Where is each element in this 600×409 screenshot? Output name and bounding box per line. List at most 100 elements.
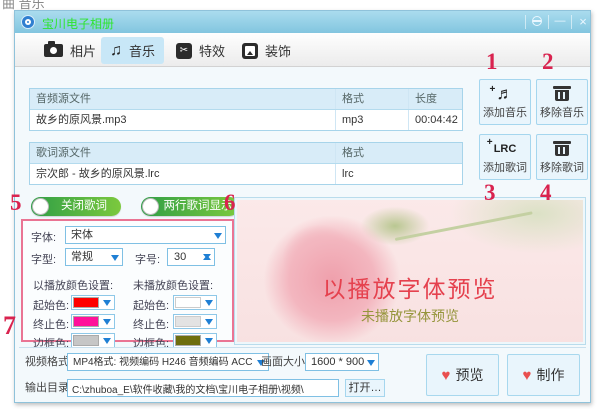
played-colors-header: 以播放颜色设置: <box>33 277 113 293</box>
unplayed-start-color-picker[interactable] <box>173 295 217 310</box>
font-label: 字体: <box>31 229 56 245</box>
add-lyrics-button[interactable]: +LRC 添加歌词 <box>479 134 531 180</box>
annotation-1: 1 <box>486 49 498 75</box>
minimize-button[interactable]: — <box>551 14 569 30</box>
start-color-label: 起始色: <box>133 297 169 313</box>
col-lyric-source: 歌词源文件 <box>30 143 335 163</box>
col-format: 格式 <box>335 143 462 163</box>
button-label: 制作 <box>536 367 564 383</box>
music-note-icon: ♫ <box>110 44 122 58</box>
audio-table-header: 音频源文件 格式 长度 <box>30 89 462 110</box>
chevron-down-icon <box>367 360 375 370</box>
output-dir-label: 输出目录: <box>25 379 72 397</box>
chevron-down-icon <box>214 233 222 243</box>
app-logo-icon <box>21 15 35 29</box>
unplayed-font-preview-text: 未播放字体预览 <box>235 306 585 326</box>
font-style-dropdown[interactable]: 常规 <box>65 248 123 266</box>
camera-icon <box>44 44 63 57</box>
tab-effects[interactable]: ✂ 特效 <box>167 37 234 64</box>
chevron-down-icon <box>103 300 111 310</box>
window-title: 宝川电子相册 <box>42 15 114 32</box>
tab-label: 特效 <box>199 41 225 60</box>
video-format-dropdown[interactable]: MP4格式: 视频编码 H246 音频编码 ACC <box>67 353 269 371</box>
tab-photos[interactable]: 相片 <box>35 37 105 64</box>
add-music-button[interactable]: +♬ 添加音乐 <box>479 79 531 125</box>
lyric-file-table: 歌词源文件 格式 宗次郎 - 故乡的原风景.lrc lrc <box>29 142 463 185</box>
start-color-label: 起始色: <box>33 297 69 313</box>
played-start-color-picker[interactable] <box>71 295 115 310</box>
picture-icon <box>242 43 258 59</box>
color-swatch <box>73 335 99 346</box>
size-label: 字号: <box>135 251 160 267</box>
played-end-color-picker[interactable] <box>71 314 115 329</box>
border-color-label: 边框色: <box>33 335 69 351</box>
make-button[interactable]: ♥制作 <box>507 354 580 396</box>
color-swatch <box>73 297 99 308</box>
preview-button[interactable]: ♥预览 <box>426 354 499 396</box>
remove-lyrics-button[interactable]: 移除歌词 <box>536 134 588 180</box>
button-label: 移除音乐 <box>537 104 587 120</box>
toggle-label: 关闭歌词 <box>61 200 107 212</box>
skin-menu-button[interactable] <box>528 14 546 30</box>
chevron-down-icon <box>111 255 119 265</box>
audio-file-length: 00:04:42 <box>408 110 462 130</box>
screen: 曲 音乐 宝川电子相册 — × 相片 ♫ 音乐 ✂ 特效 <box>0 0 600 409</box>
played-border-color-picker[interactable] <box>71 333 115 348</box>
lrc-plus-icon: +LRC <box>494 143 517 155</box>
toggle-close-lyrics[interactable]: 关闭歌词 <box>31 197 121 216</box>
chevron-down-icon <box>205 319 213 329</box>
output-dir-input[interactable] <box>67 379 339 397</box>
tab-decoration[interactable]: 装饰 <box>233 37 300 64</box>
frame-size-label: 画面大小: <box>261 353 308 371</box>
video-format-value: MP4格式: 视频编码 H246 音频编码 ACC <box>73 357 252 368</box>
frame-size-dropdown[interactable]: 1600 * 900 <box>305 353 379 371</box>
font-style-value: 常规 <box>71 251 93 263</box>
color-swatch <box>175 297 201 308</box>
played-font-preview-text: 以播放字体预览 <box>235 270 585 304</box>
lyric-table-header: 歌词源文件 格式 <box>30 143 462 164</box>
tab-label: 装饰 <box>265 41 291 60</box>
style-label: 字型: <box>31 251 56 267</box>
open-folder-button[interactable]: 打开… <box>345 379 385 397</box>
skin-icon <box>532 16 542 26</box>
col-audio-source: 音频源文件 <box>30 89 335 109</box>
tab-music[interactable]: ♫ 音乐 <box>101 37 164 64</box>
toggle-knob <box>142 198 159 215</box>
spinner-down-icon <box>203 254 211 263</box>
font-size-stepper[interactable]: 30 <box>167 248 215 266</box>
music-note-plus-icon: +♬ <box>497 84 514 104</box>
tab-bar: 相片 ♫ 音乐 ✂ 特效 装饰 <box>15 33 590 67</box>
close-button[interactable]: × <box>574 14 592 30</box>
heart-icon: ♥ <box>523 367 532 384</box>
titlebar-divider <box>525 15 526 29</box>
color-swatch <box>175 335 201 346</box>
trash-icon <box>555 90 569 101</box>
unplayed-colors-header: 未播放颜色设置: <box>133 277 213 293</box>
audio-table-row[interactable]: 故乡的原风景.mp3 mp3 00:04:42 <box>30 110 462 130</box>
unplayed-border-color-picker[interactable] <box>173 333 217 348</box>
titlebar[interactable]: 宝川电子相册 — × <box>15 11 590 33</box>
annotation-3: 3 <box>484 180 496 206</box>
border-color-label: 边框色: <box>133 335 169 351</box>
annotation-4: 4 <box>540 180 552 206</box>
end-color-label: 终止色: <box>133 316 169 332</box>
chevron-down-icon <box>205 300 213 310</box>
remove-music-button[interactable]: 移除音乐 <box>536 79 588 125</box>
lyric-file-name: 宗次郎 - 故乡的原风景.lrc <box>30 164 335 184</box>
lyric-table-row[interactable]: 宗次郎 - 故乡的原风景.lrc lrc <box>30 164 462 184</box>
lyric-file-format: lrc <box>335 164 462 184</box>
trash-icon <box>555 145 569 156</box>
audio-file-table: 音频源文件 格式 长度 故乡的原风景.mp3 mp3 00:04:42 <box>29 88 463 131</box>
button-label: 移除歌词 <box>537 159 587 175</box>
annotation-6: 6 <box>224 190 236 216</box>
font-settings-panel: 字体: 宋体 字型: 常规 字号: 30 以播放颜色设置: 未播放颜色设置: 起… <box>21 219 234 342</box>
audio-file-format: mp3 <box>335 110 408 130</box>
toggle-knob <box>32 198 49 215</box>
bottom-divider <box>19 347 586 348</box>
titlebar-divider <box>548 15 549 29</box>
unplayed-end-color-picker[interactable] <box>173 314 217 329</box>
font-family-dropdown[interactable]: 宋体 <box>65 226 226 244</box>
color-swatch <box>175 316 201 327</box>
annotation-7: 7 <box>3 311 16 341</box>
col-length: 长度 <box>408 89 462 109</box>
